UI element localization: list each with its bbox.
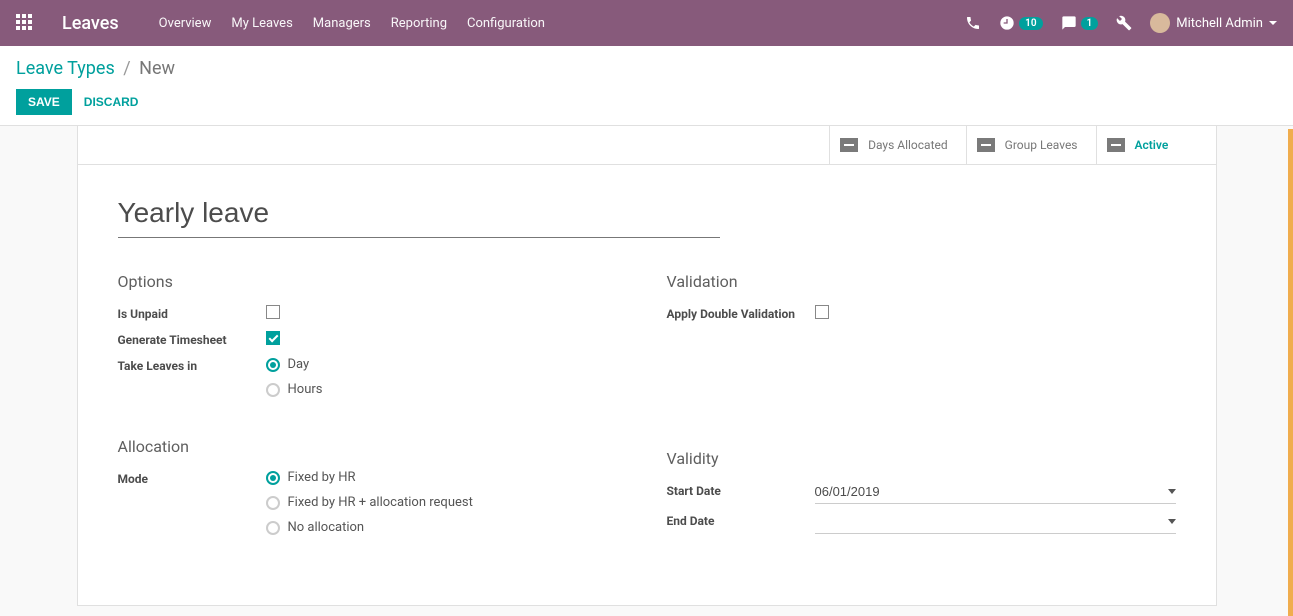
stat-active[interactable]: Active [1096,126,1216,164]
start-date-label: Start Date [667,482,815,498]
radio-icon [266,496,280,510]
breadcrumb-parent[interactable]: Leave Types [16,58,115,79]
form-sheet: Days Allocated Group Leaves Active Optio… [77,126,1217,606]
user-name: Mitchell Admin [1176,16,1263,31]
group-options-title: Options [118,272,627,291]
start-date-input[interactable] [815,482,1164,501]
take-leaves-hours[interactable]: Hours [266,382,627,397]
breadcrumb-current: New [139,58,175,79]
mode-fixed-hr-request[interactable]: Fixed by HR + allocation request [266,495,627,510]
mode-fixed-hr[interactable]: Fixed by HR [266,470,627,485]
take-leaves-day[interactable]: Day [266,357,627,372]
generate-timesheet-label: Generate Timesheet [118,331,266,347]
nav-link-overview[interactable]: Overview [159,16,212,31]
activities-button[interactable]: 10 [999,15,1042,31]
radio-icon [266,383,280,397]
stat-days-allocated-label: Days Allocated [868,138,948,152]
user-menu[interactable]: Mitchell Admin [1150,13,1277,33]
radio-icon [266,521,280,535]
messages-badge: 1 [1081,17,1099,30]
stat-button-box: Days Allocated Group Leaves Active [78,126,1216,165]
nav-link-reporting[interactable]: Reporting [391,16,447,31]
apps-icon[interactable] [16,14,34,32]
group-validation-title: Validation [667,272,1176,291]
stat-active-label: Active [1135,138,1169,152]
app-brand[interactable]: Leaves [62,13,119,34]
mode-label: Mode [118,470,266,486]
radio-icon [266,471,280,485]
archive-icon [1107,138,1125,152]
stat-days-allocated[interactable]: Days Allocated [829,126,966,164]
group-allocation-title: Allocation [118,437,627,456]
debug-icon[interactable] [1116,15,1132,31]
radio-icon [266,358,280,372]
nav-link-my-leaves[interactable]: My Leaves [231,16,292,31]
is-unpaid-label: Is Unpaid [118,305,266,321]
edit-indicator [1288,129,1293,616]
end-date-label: End Date [667,512,815,528]
nav-link-configuration[interactable]: Configuration [467,16,545,31]
control-panel: Leave Types / New SAVE DISCARD [0,46,1293,126]
clock-icon [999,15,1015,31]
chat-icon [1061,15,1077,31]
stat-group-leaves-label: Group Leaves [1005,138,1078,152]
messages-button[interactable]: 1 [1061,15,1099,31]
chevron-down-icon [1269,21,1277,25]
mode-no-allocation[interactable]: No allocation [266,520,627,535]
activities-badge: 10 [1019,17,1042,30]
discard-button[interactable]: DISCARD [84,95,139,109]
stat-group-leaves[interactable]: Group Leaves [966,126,1096,164]
end-date-input[interactable] [815,512,1164,531]
apply-double-checkbox[interactable] [815,305,829,319]
breadcrumb: Leave Types / New [16,58,1277,79]
main-navbar: Leaves Overview My Leaves Managers Repor… [0,0,1293,46]
chevron-down-icon[interactable] [1168,519,1176,524]
avatar [1150,13,1170,33]
archive-icon [977,138,995,152]
generate-timesheet-checkbox[interactable] [266,331,280,345]
archive-icon [840,138,858,152]
take-leaves-label: Take Leaves in [118,357,266,373]
is-unpaid-checkbox[interactable] [266,305,280,319]
name-input[interactable] [118,193,720,238]
chevron-down-icon[interactable] [1168,489,1176,494]
nav-links: Overview My Leaves Managers Reporting Co… [159,16,545,31]
nav-link-managers[interactable]: Managers [313,16,371,31]
breadcrumb-separator: / [123,58,130,79]
phone-icon[interactable] [965,15,981,31]
save-button[interactable]: SAVE [16,89,72,115]
group-validity-title: Validity [667,449,1176,468]
apply-double-label: Apply Double Validation [667,305,815,321]
